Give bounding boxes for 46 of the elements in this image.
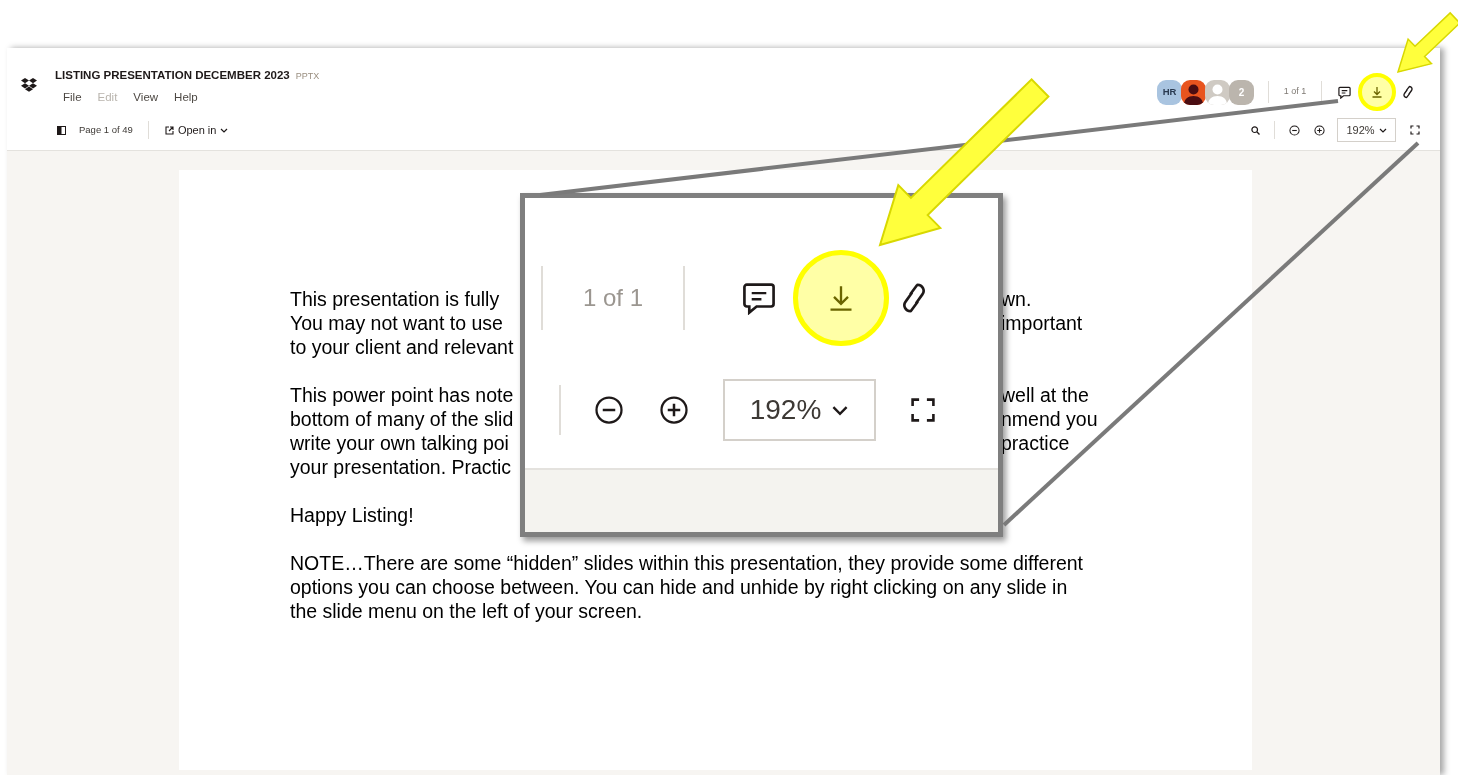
slide-text: your presentation. Practic [290,455,512,479]
link-icon [902,281,926,315]
menu-item[interactable]: File [57,89,88,107]
zoom-in-icon[interactable] [1314,124,1325,136]
menu-item[interactable]: View [127,89,165,107]
slide-text: the slide menu on the left of your screen. [290,599,643,623]
dropbox-logo[interactable] [21,78,37,92]
page-count: 1 of 1 [581,283,644,313]
slide-text: This presentation is fully [290,287,500,311]
zoom-out-icon[interactable] [1289,124,1300,136]
chevron-down-icon [220,127,229,133]
slide-text: You may not want to use [290,311,503,335]
avatar[interactable]: HR [1157,79,1182,105]
slide-text: important [1001,311,1083,335]
slide-text: Happy Listing! [290,503,414,527]
slide-text: to your client and relevant [290,335,514,359]
zoom-dropdown[interactable]: 192% [1337,118,1396,142]
fullscreen-icon[interactable] [1410,125,1420,135]
page-indicator: Page 1 of 49 [79,122,133,137]
zoom-dropdown[interactable]: 192% [723,379,876,441]
page-count: 1 of 1 [1282,85,1308,99]
link-icon [1403,85,1413,99]
slide-text: This power point has note [290,383,514,407]
document-title: LISTING PRESENTATION DECEMBER 2023 [55,68,290,83]
sidebar-toggle-icon[interactable] [57,125,66,135]
comment-icon [1337,85,1351,99]
slide-text: options you can choose between. You can hide and unhide by right clicking on any slide in [290,575,1068,599]
slide-text: NOTE…There are some “hidden” slides within this presentation, they provide some different [290,551,1084,575]
zoom-in-icon[interactable] [659,395,689,425]
file-type-label: PPTX [295,70,320,83]
chevron-down-icon [1378,127,1387,133]
slide-text: bottom of many of the slid [290,407,514,431]
slide-text: write your own talking poi [290,431,509,455]
chevron-down-icon [831,404,850,416]
fullscreen-icon[interactable] [910,397,936,423]
search-icon[interactable] [1251,125,1260,135]
menu-item[interactable]: Help [168,89,204,107]
comment-button[interactable] [741,280,777,316]
pointer-arrow [1396,11,1458,74]
external-link-icon [164,125,174,135]
zoom-out-icon[interactable] [594,395,624,425]
download-icon [1371,86,1383,98]
slide-text: nmend you [1001,407,1098,431]
comment-icon [742,281,776,315]
avatar[interactable] [1181,79,1206,105]
open-in-button[interactable]: Open in [164,121,229,139]
